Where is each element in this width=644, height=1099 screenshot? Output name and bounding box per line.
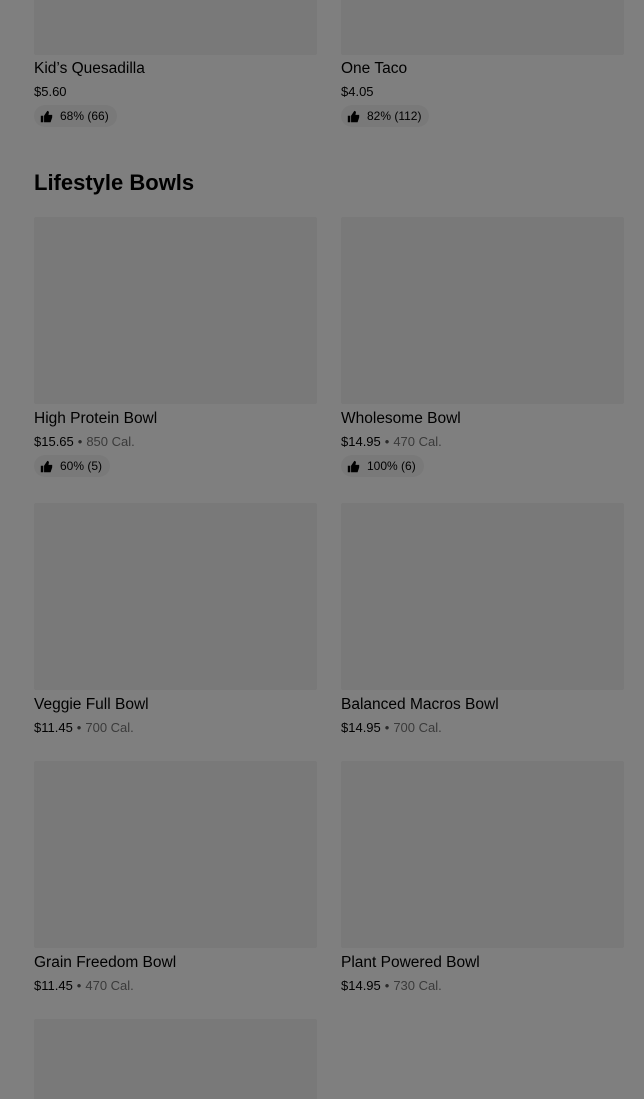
modal-backdrop[interactable] [0,0,644,1099]
menu-page: Kid’s Quesadilla $5.60 68% (66) One Taco… [0,0,644,1099]
